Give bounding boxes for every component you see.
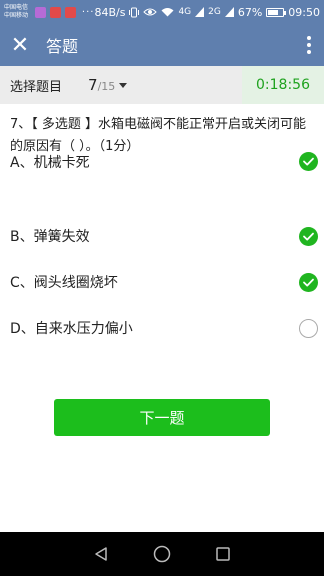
question-number-dropdown[interactable]: 7 / 15 xyxy=(88,76,128,94)
page-title: 答题 xyxy=(46,37,79,56)
more-notifications-dots: ··· xyxy=(81,6,95,18)
checked-circle-icon[interactable] xyxy=(299,152,318,171)
select-question-label: 选择题目 xyxy=(10,79,63,95)
status-indicators: 84B/s 4G 2G 67% 09:50 xyxy=(94,6,320,19)
home-circle-icon[interactable] xyxy=(152,544,172,564)
option-label: B、弹簧失效 xyxy=(10,229,90,245)
clock: 09:50 xyxy=(288,5,320,19)
option-label: D、自来水压力偏小 xyxy=(10,321,133,337)
recent-square-icon[interactable] xyxy=(213,544,233,564)
system-navigation-bar xyxy=(0,532,324,576)
carrier-2: 中国移动 xyxy=(4,12,29,19)
option-c[interactable]: C、阀头线圈烧坏 xyxy=(0,262,324,302)
signal-bars-icon xyxy=(224,7,234,17)
notification-app-icon xyxy=(49,6,61,18)
option-a[interactable]: A、机械卡死 xyxy=(0,142,324,182)
more-vertical-icon[interactable] xyxy=(294,24,324,66)
option-d[interactable]: D、自来水压力偏小 xyxy=(0,308,324,348)
checked-circle-icon[interactable] xyxy=(299,227,318,246)
status-bar: 中国电信 中国移动 ··· 84B/s 4G 2G 67% 09:50 xyxy=(0,0,324,24)
notification-app-icon xyxy=(34,6,46,18)
carrier-1: 中国电信 xyxy=(4,4,29,11)
app-bar: ✕ 答题 xyxy=(0,24,324,66)
close-icon[interactable]: ✕ xyxy=(0,24,40,66)
vibrate-icon xyxy=(129,7,140,17)
back-triangle-icon[interactable] xyxy=(91,544,111,564)
next-question-button[interactable]: 下一题 xyxy=(54,399,270,436)
current-question-number: 7 xyxy=(88,76,98,94)
total-questions: 15 xyxy=(101,80,116,93)
unchecked-circle-icon[interactable] xyxy=(299,319,318,338)
signal-2g: 2G xyxy=(208,7,221,17)
eye-icon xyxy=(143,8,158,16)
checked-circle-icon[interactable] xyxy=(299,273,318,292)
wifi-icon xyxy=(161,8,174,17)
option-b[interactable]: B、弹簧失效 xyxy=(0,216,324,256)
notification-app-icon xyxy=(64,6,76,18)
network-speed: 84B/s xyxy=(94,5,126,19)
chevron-down-icon xyxy=(119,82,128,88)
option-label: C、阀头线圈烧坏 xyxy=(10,275,118,291)
battery-icon xyxy=(266,7,287,17)
carrier-labels: 中国电信 中国移动 xyxy=(4,4,33,20)
battery-percent: 67% xyxy=(237,5,263,19)
countdown-timer: 0:18:56 xyxy=(242,66,324,104)
signal-4g: 4G xyxy=(178,7,192,17)
question-selector-bar: 选择题目 7 / 15 0:18:56 xyxy=(0,66,324,104)
option-label: A、机械卡死 xyxy=(10,155,90,171)
notification-icons xyxy=(34,6,76,18)
signal-bars-icon xyxy=(195,7,205,17)
